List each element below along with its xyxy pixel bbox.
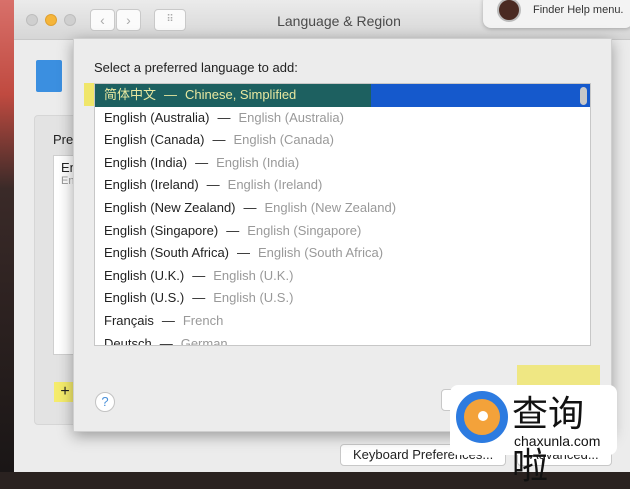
search-logo-icon	[456, 391, 508, 443]
language-english: English (U.K.)	[213, 267, 294, 283]
notification-text: Finder Help menu.	[533, 4, 624, 16]
separator: —	[159, 335, 173, 346]
language-english: French	[182, 312, 224, 328]
language-native: English (India)	[104, 154, 188, 170]
un-flag-icon	[36, 60, 62, 92]
separator: —	[217, 109, 231, 125]
language-english: English (Ireland)	[227, 177, 323, 193]
language-english: German	[180, 335, 228, 346]
separator: —	[206, 177, 220, 193]
language-native: English (Singapore)	[104, 222, 219, 238]
language-english: English (South Africa)	[258, 245, 384, 261]
separator: —	[192, 290, 206, 306]
separator: —	[226, 222, 240, 238]
separator: —	[192, 267, 206, 283]
separator: —	[237, 245, 251, 261]
app-icon	[497, 0, 521, 22]
watermark-logo: 查询啦 chaxunla.com	[450, 385, 617, 487]
language-english: English (U.S.)	[213, 290, 294, 306]
sheet-prompt: Select a preferred language to add:	[94, 60, 298, 75]
language-row[interactable]: English (Australia) — English (Australia)	[95, 107, 590, 130]
language-row[interactable]: English (Canada) — English (Canada)	[95, 129, 590, 152]
language-english: English (Canada)	[233, 132, 334, 148]
separator: —	[212, 132, 226, 148]
watermark-url: chaxunla.com	[514, 433, 601, 449]
language-row[interactable]: English (Singapore) — English (Singapore)	[95, 220, 590, 243]
separator: —	[243, 199, 257, 215]
language-english: English (Australia)	[238, 109, 345, 125]
language-native: English (U.K.)	[104, 267, 185, 283]
notification-banner[interactable]: Finder Help menu.	[483, 0, 630, 28]
language-english: Chinese, Simplified	[185, 87, 297, 102]
language-native: English (South Africa)	[104, 245, 230, 261]
language-english: English (Singapore)	[247, 222, 362, 238]
language-native: English (Ireland)	[104, 177, 199, 193]
separator: —	[161, 312, 175, 328]
help-button[interactable]: ?	[95, 392, 115, 412]
language-english: English (New Zealand)	[264, 199, 397, 215]
language-english: English (India)	[216, 154, 300, 170]
language-row[interactable]: 简体中文 — Chinese, Simplified	[95, 84, 590, 107]
separator: —	[164, 87, 178, 102]
separator: —	[195, 154, 209, 170]
language-row[interactable]: English (South Africa) — English (South Af…	[95, 242, 590, 265]
language-row[interactable]: English (Ireland) — English (Ireland)	[95, 174, 590, 197]
language-native: Deutsch	[104, 335, 152, 346]
language-list[interactable]: 简体中文 — Chinese, Simplified English (Austral…	[94, 83, 591, 346]
scrollbar[interactable]	[580, 87, 587, 105]
language-native: 简体中文	[104, 87, 157, 102]
highlight-marker	[84, 83, 94, 106]
language-native: Français	[104, 312, 154, 328]
language-row[interactable]: Français — French	[95, 310, 590, 333]
language-row[interactable]: Deutsch — German	[95, 333, 590, 346]
language-row[interactable]: English (New Zealand) — English (New Zeala…	[95, 197, 590, 220]
add-language-sheet: Select a preferred language to add: 简体中文…	[73, 38, 612, 432]
language-native: English (New Zealand)	[104, 199, 236, 215]
language-row[interactable]: English (U.K.) — English (U.K.)	[95, 265, 590, 288]
language-row[interactable]: English (U.S.) — English (U.S.)	[95, 287, 590, 310]
language-native: English (U.S.)	[104, 290, 185, 306]
language-row[interactable]: English (India) — English (India)	[95, 152, 590, 175]
language-native: English (Australia)	[104, 109, 210, 125]
language-native: English (Canada)	[104, 132, 205, 148]
